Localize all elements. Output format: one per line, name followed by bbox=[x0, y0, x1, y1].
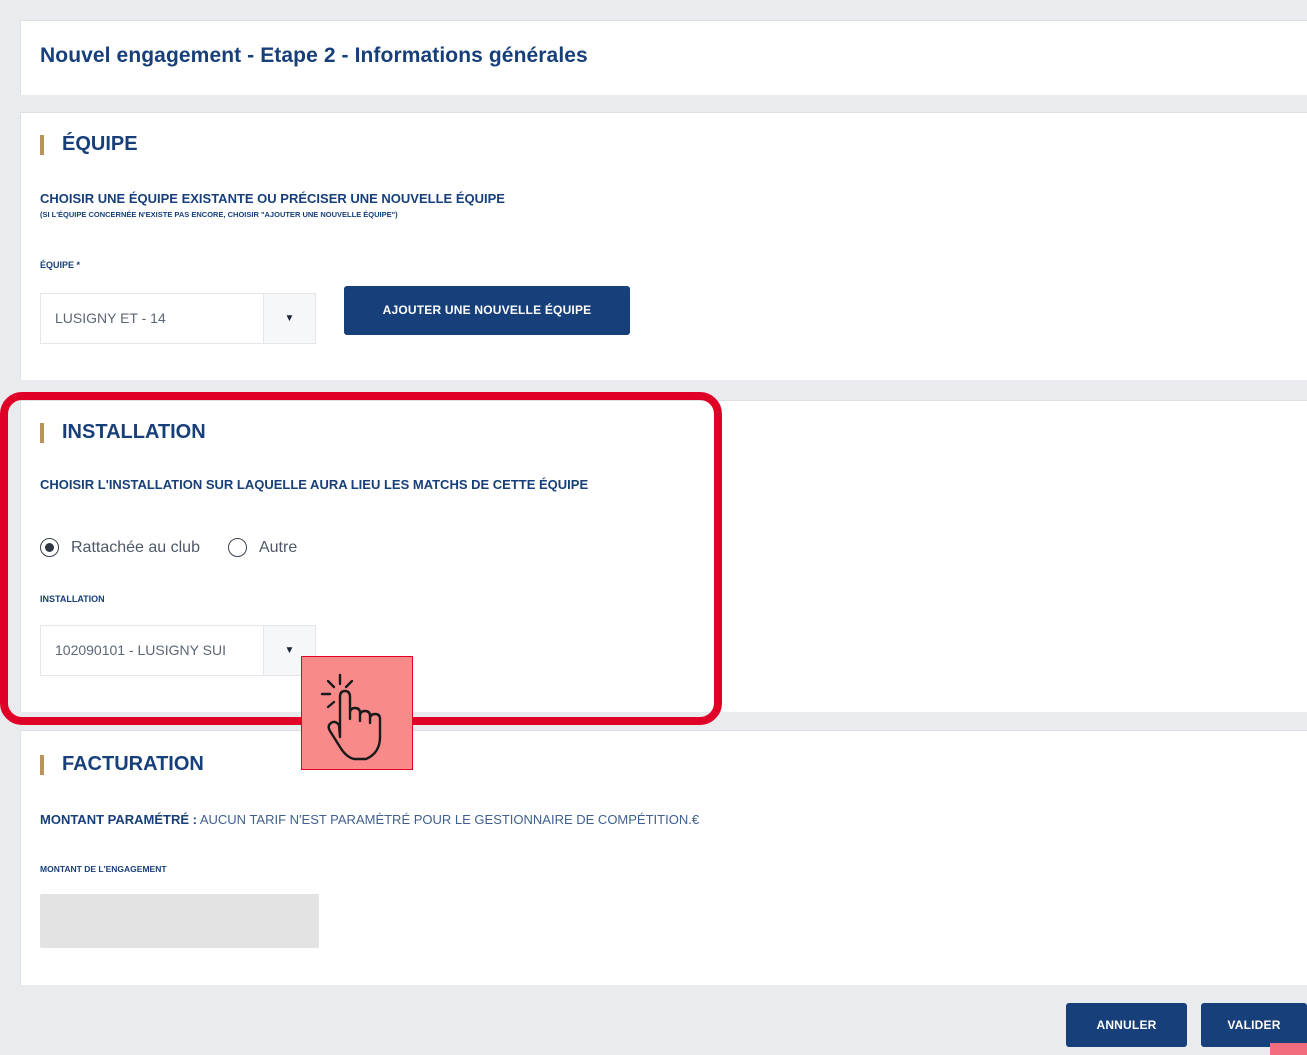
section-title: ÉQUIPE bbox=[62, 133, 138, 155]
hand-pointer-svg bbox=[320, 673, 382, 761]
billing-amount-text: AUCUN TARIF N'EST PARAMÈTRÉ POUR LE GEST… bbox=[196, 812, 700, 827]
section-title: FACTURATION bbox=[62, 753, 204, 775]
billing-amount-label: MONTANT PARAMÉTRÉ : bbox=[40, 812, 197, 827]
radio-autre[interactable]: Autre bbox=[227, 538, 298, 557]
equipe-note: (SI L'ÉQUIPE CONCERNÉE N'EXISTE PAS ENCO… bbox=[40, 210, 398, 219]
installation-select-value: 102090101 - LUSIGNY SUI bbox=[55, 642, 226, 658]
header-card: Nouvel engagement - Etape 2 - Informatio… bbox=[20, 20, 1307, 95]
add-team-button[interactable]: AJOUTER UNE NOUVELLE ÉQUIPE bbox=[344, 286, 630, 335]
engagement-amount-field[interactable] bbox=[40, 894, 319, 948]
radio-label: Autre bbox=[258, 538, 298, 556]
facturation-section: FACTURATION MONTANT PARAMÉTRÉ : AUCUN TA… bbox=[20, 730, 1307, 985]
equipe-field-label: ÉQUIPE * bbox=[40, 260, 81, 270]
cancel-button[interactable]: ANNULER bbox=[1066, 1003, 1187, 1047]
radio-rattachee[interactable]: Rattachée au club bbox=[40, 538, 200, 557]
installation-radio-group: Rattachée au club Autre bbox=[40, 538, 325, 557]
equipe-select[interactable]: LUSIGNY ET - 14 ▼ bbox=[40, 293, 316, 344]
page-title: Nouvel engagement - Etape 2 - Informatio… bbox=[40, 44, 588, 67]
installation-instruction: CHOISIR L'INSTALLATION SUR LAQUELLE AURA… bbox=[40, 477, 589, 492]
equipe-section: ÉQUIPE CHOISIR UNE ÉQUIPE EXISTANTE OU P… bbox=[20, 112, 1307, 380]
installation-field-label: INSTALLATION bbox=[40, 594, 105, 604]
section-title: INSTALLATION bbox=[62, 421, 206, 443]
installation-heading: INSTALLATION bbox=[40, 421, 206, 444]
equipe-heading: ÉQUIPE bbox=[40, 133, 138, 156]
section-accent-bar bbox=[40, 134, 44, 155]
equipe-select-value: LUSIGNY ET - 14 bbox=[55, 310, 166, 326]
installation-section: INSTALLATION CHOISIR L'INSTALLATION SUR … bbox=[20, 400, 1307, 712]
submit-button[interactable]: VALIDER bbox=[1201, 1003, 1307, 1047]
radio-label: Rattachée au club bbox=[71, 538, 200, 556]
triangle-down-icon[interactable]: ▼ bbox=[263, 294, 315, 343]
radio-unchecked-icon[interactable] bbox=[227, 538, 247, 557]
hand-pointer-click-icon bbox=[301, 656, 413, 770]
highlight-corner-mark bbox=[1270, 1043, 1307, 1055]
equipe-instruction: CHOISIR UNE ÉQUIPE EXISTANTE OU PRÉCISER… bbox=[40, 191, 505, 206]
billing-amount-line: MONTANT PARAMÉTRÉ : AUCUN TARIF N'EST PA… bbox=[40, 812, 699, 827]
facturation-heading: FACTURATION bbox=[40, 753, 204, 776]
engagement-field-label: MONTANT DE L'ENGAGEMENT bbox=[40, 864, 167, 874]
section-accent-bar bbox=[40, 422, 44, 443]
radio-checked-icon[interactable] bbox=[40, 538, 59, 557]
section-accent-bar bbox=[40, 754, 44, 775]
installation-select[interactable]: 102090101 - LUSIGNY SUI ▼ bbox=[40, 625, 316, 676]
